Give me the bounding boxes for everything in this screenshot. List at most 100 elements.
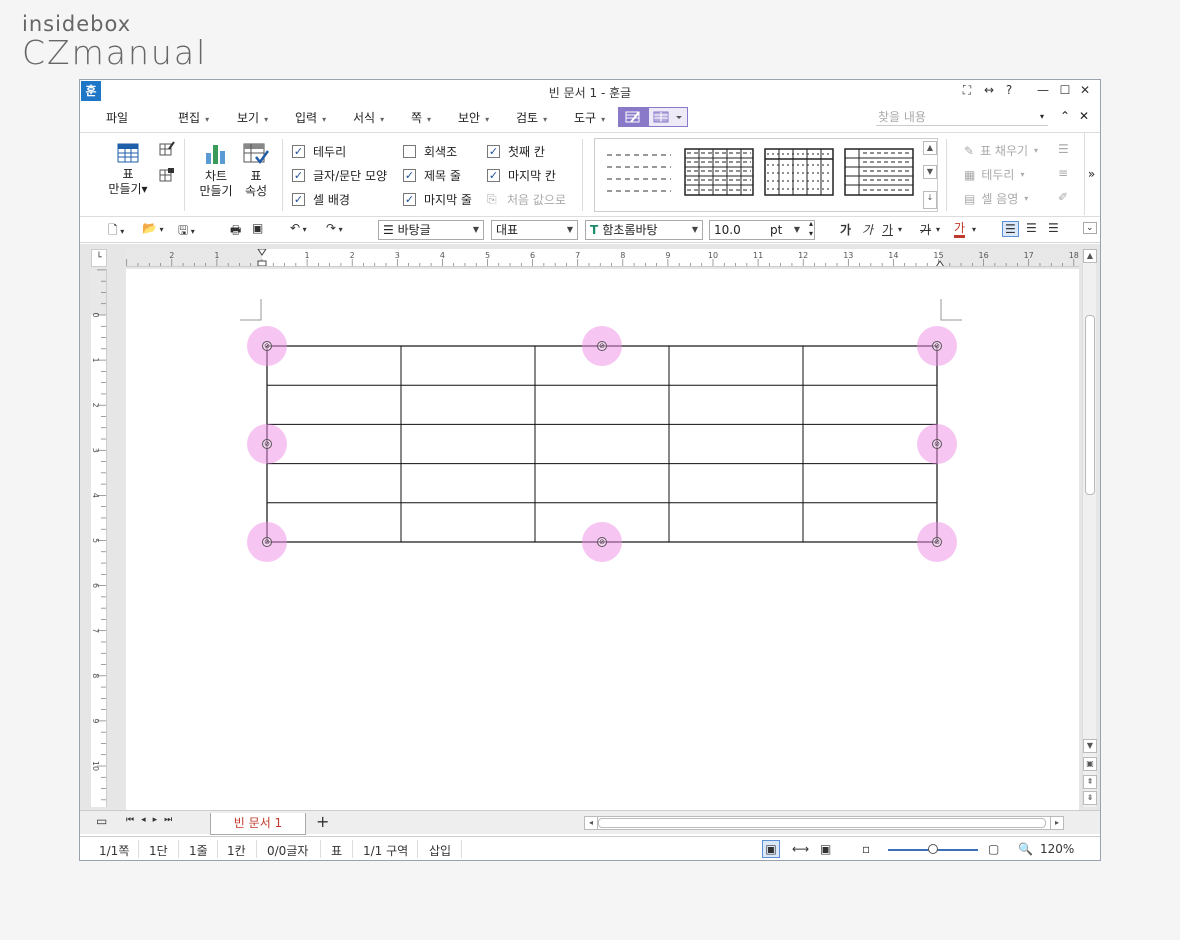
table-resize-handle[interactable]: ⊘ xyxy=(582,326,622,366)
undo-icon[interactable]: ↶ ▾ xyxy=(290,221,307,235)
table-resize-handle[interactable]: ⊘ xyxy=(917,424,957,464)
dropdown-icon[interactable]: ▾ xyxy=(936,225,940,234)
maximize-button[interactable]: ☐ xyxy=(1056,83,1074,97)
table-layout-tab[interactable] xyxy=(648,107,688,127)
menu-security[interactable]: 보안 ▾ xyxy=(458,109,489,126)
vertical-ruler[interactable]: 0 1 2 3 4 5 6 7 8 9 10 xyxy=(91,269,107,807)
h-scroll-thumb[interactable] xyxy=(598,818,1046,828)
table-resize-handle[interactable]: ⊘ xyxy=(917,522,957,562)
prev-page-icon[interactable]: ⇞ xyxy=(1083,775,1097,789)
table-resize-handle[interactable]: ⊘ xyxy=(582,522,622,562)
table-resize-handle[interactable]: ⊘ xyxy=(247,326,287,366)
cell-shade-button[interactable]: ▤ 셀 음영 ▾ xyxy=(964,190,1028,207)
check-first-column[interactable]: ✓ 첫째 칸 xyxy=(487,143,545,160)
reset-button[interactable]: ⎘ 처음 값으로 xyxy=(487,191,566,208)
border-style-icon[interactable]: ☰ xyxy=(1058,142,1069,157)
document-page[interactable]: ⊘ ⊘ ⊘ ⊘ ⊘ ⊘ ⊘ ⊘ xyxy=(126,269,1079,810)
style-select[interactable]: ☰ 바탕글 ▼ xyxy=(378,220,484,240)
tab-list-icon[interactable]: ▭ xyxy=(96,814,107,828)
size-stepper-icon[interactable]: ▴ ▾ xyxy=(809,219,813,239)
minimize-button[interactable]: — xyxy=(1034,83,1052,97)
check-char-para-shape[interactable]: ✓ 글자/문단 모양 xyxy=(292,167,387,184)
zoom-value[interactable]: 120% xyxy=(1040,842,1074,856)
zoom-slider-knob[interactable] xyxy=(928,844,938,854)
check-last-column[interactable]: ✓ 마지막 칸 xyxy=(487,167,556,184)
italic-button[interactable]: 가 xyxy=(862,221,873,238)
font-color-button[interactable]: 가 xyxy=(954,221,966,238)
scroll-down-icon[interactable]: ▼ xyxy=(1083,739,1097,753)
redo-icon[interactable]: ↷ ▾ xyxy=(326,221,343,235)
language-select[interactable]: 대표 ▼ xyxy=(491,220,578,240)
fit-width-icon[interactable]: ↔ xyxy=(980,83,998,97)
draw-table-button[interactable] xyxy=(158,141,176,161)
tab-nav-icons[interactable]: ⏮◂▸⏭ xyxy=(126,815,179,825)
ribbon-more-button[interactable]: » xyxy=(1084,133,1098,215)
view-page-icon[interactable]: ▣ xyxy=(762,840,780,858)
gallery-more-icon[interactable]: ↓ xyxy=(923,191,937,209)
border-width-icon[interactable]: ≡ xyxy=(1058,166,1068,181)
zoom-in-icon[interactable]: ▢ xyxy=(988,842,999,856)
fullscreen-icon[interactable]: ⛶ xyxy=(958,83,976,98)
preview-icon[interactable]: ▣ xyxy=(252,221,263,235)
table-resize-handle[interactable]: ⊘ xyxy=(247,522,287,562)
open-icon[interactable]: 📂 ▾ xyxy=(142,221,164,235)
table-make-button[interactable]: 표 만들기▾ xyxy=(108,143,148,197)
menu-file[interactable]: 파일 xyxy=(106,109,128,126)
font-size-input[interactable]: 10.0 pt ▼ ▴ ▾ xyxy=(709,219,815,240)
tab-document[interactable]: 빈 문서 1 xyxy=(210,813,306,835)
table-properties-button[interactable]: 표 속성 xyxy=(238,143,274,199)
page-view-icon[interactable]: ▣ xyxy=(1083,757,1097,771)
search-dropdown-icon[interactable]: ▾ xyxy=(1040,112,1044,121)
align-left-button[interactable]: ☰ xyxy=(1026,221,1037,235)
table-fill-button[interactable]: ✎ 표 채우기 ▾ xyxy=(964,142,1038,159)
new-document-icon[interactable]: 🗋 ▾ xyxy=(108,221,124,242)
ruler-tab-icon[interactable]: └ xyxy=(91,249,107,267)
save-icon[interactable]: 🖫 ▾ xyxy=(178,221,195,242)
document-table[interactable] xyxy=(266,345,938,543)
border-color-icon[interactable]: ✐ xyxy=(1058,190,1068,205)
menu-page[interactable]: 쪽 ▾ xyxy=(411,109,431,126)
ribbon-close-icon[interactable]: ✕ xyxy=(1079,109,1089,123)
indent-marker[interactable] xyxy=(257,260,267,266)
menu-view[interactable]: 보기 ▾ xyxy=(237,109,268,126)
search-input[interactable]: 찾을 내용 xyxy=(876,108,1048,126)
zoom-out-icon[interactable]: ▫ xyxy=(862,842,870,856)
horizontal-scrollbar[interactable] xyxy=(584,816,1064,830)
table-resize-handle[interactable]: ⊘ xyxy=(247,424,287,464)
table-style-rows[interactable] xyxy=(843,147,915,197)
chart-make-button[interactable]: 차트 만들기 xyxy=(194,143,238,199)
justify-button[interactable]: ☰ xyxy=(1002,221,1019,237)
next-page-icon[interactable]: ⇟ xyxy=(1083,791,1097,805)
gallery-down-icon[interactable]: ▼ xyxy=(923,165,937,179)
table-style-none[interactable] xyxy=(603,147,675,197)
check-grayscale[interactable]: 회색조 xyxy=(403,143,457,160)
table-design-tab[interactable] xyxy=(618,107,648,127)
scroll-right-icon[interactable]: ▸ xyxy=(1050,816,1064,830)
table-style-grid[interactable] xyxy=(683,147,755,197)
menu-format[interactable]: 서식 ▾ xyxy=(353,109,384,126)
check-last-row[interactable]: ✓ 마지막 줄 xyxy=(403,191,472,208)
align-center-button[interactable]: ☰ xyxy=(1048,221,1059,235)
ribbon-collapse-icon[interactable]: ⌃ xyxy=(1060,109,1070,123)
toolbar-more-button[interactable]: ⌄ xyxy=(1083,222,1097,234)
vertical-scrollbar[interactable]: ▲ ▼ ▣ ⇞ ⇟ xyxy=(1082,249,1097,807)
table-resize-handle[interactable]: ⊘ xyxy=(917,326,957,366)
menu-tools[interactable]: 도구 ▾ xyxy=(574,109,605,126)
menu-edit[interactable]: 편집 ▾ xyxy=(178,109,209,126)
view-width-icon[interactable]: ⟷ xyxy=(792,842,809,856)
check-cell-background[interactable]: ✓ 셀 배경 xyxy=(292,191,350,208)
dropdown-icon[interactable]: ▾ xyxy=(972,225,976,234)
scroll-up-icon[interactable]: ▲ xyxy=(1083,249,1097,263)
add-tab-button[interactable]: + xyxy=(316,812,329,831)
table-style-header[interactable] xyxy=(763,147,835,197)
underline-button[interactable]: 가 xyxy=(882,221,893,238)
font-select[interactable]: T 함초롬바탕 ▼ xyxy=(585,220,703,240)
help-icon[interactable]: ? xyxy=(1000,83,1018,97)
menu-review[interactable]: 검토 ▾ xyxy=(516,109,547,126)
print-icon[interactable]: 🖶 xyxy=(230,221,241,242)
menu-insert[interactable]: 입력 ▾ xyxy=(295,109,326,126)
view-full-icon[interactable]: ▣ xyxy=(820,842,831,856)
scroll-left-icon[interactable]: ◂ xyxy=(584,816,598,830)
erase-table-button[interactable] xyxy=(158,167,176,187)
check-header-row[interactable]: ✓ 제목 줄 xyxy=(403,167,461,184)
